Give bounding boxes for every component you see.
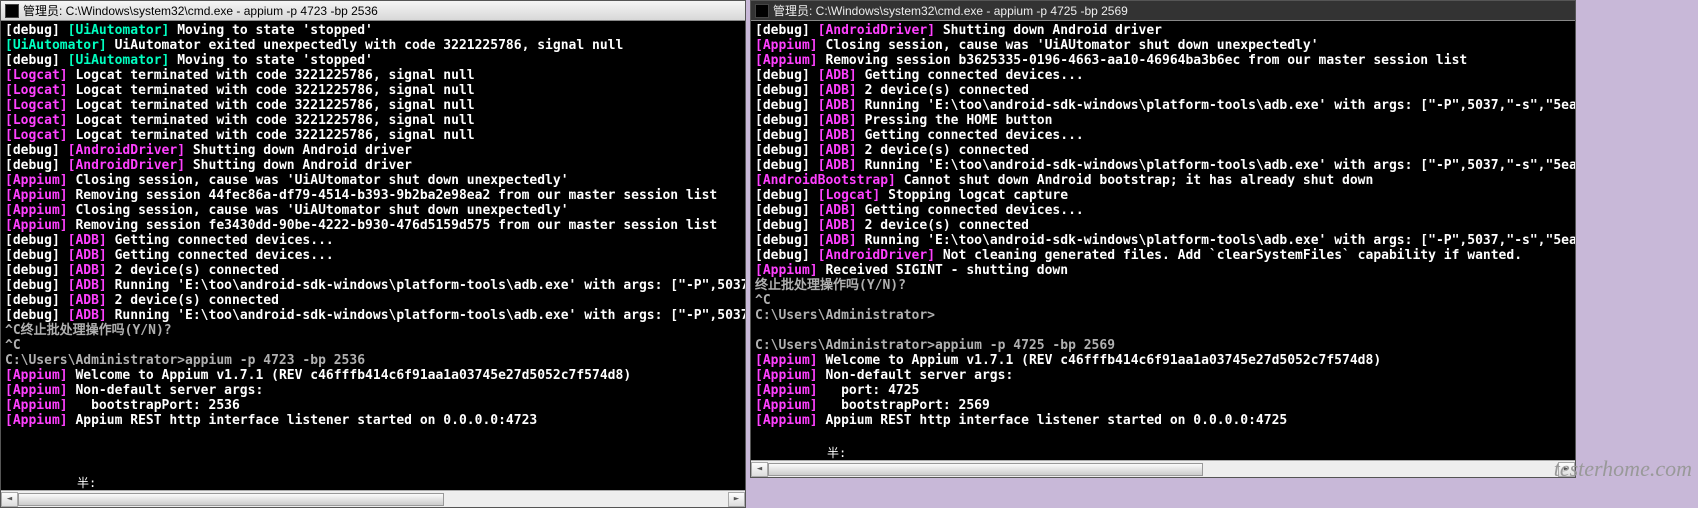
cmd-window-right: 管理员: C:\Windows\system32\cmd.exe - appiu… xyxy=(750,0,1576,478)
terminal-line: [debug] [ADB] 2 device(s) connected xyxy=(755,143,1571,158)
terminal-line: [AndroidBootstrap] Cannot shut down Andr… xyxy=(755,173,1571,188)
terminal-line: ^C终止批处理操作吗(Y/N)? xyxy=(5,323,741,338)
terminal-line: [Appium] Removing session 44fec86a-df79-… xyxy=(5,188,741,203)
ime-bar-left: 半: xyxy=(1,474,745,490)
terminal-line: [debug] [ADB] 2 device(s) connected xyxy=(755,218,1571,233)
terminal-line: [Appium] Removing session fe3430dd-90be-… xyxy=(5,218,741,233)
terminal-line: [Appium] Non-default server args: xyxy=(755,368,1571,383)
h-scrollbar-right[interactable]: ◄ ► xyxy=(751,460,1575,477)
window-title-right: 管理员: C:\Windows\system32\cmd.exe - appiu… xyxy=(773,2,1128,19)
terminal-line: 终止批处理操作吗(Y/N)? xyxy=(755,278,1571,293)
terminal-line: [debug] [ADB] Running 'E:\too\android-sd… xyxy=(755,233,1571,248)
terminal-line: C:\Users\Administrator>appium -p 4725 -b… xyxy=(755,338,1571,353)
terminal-line: [debug] [AndroidDriver] Shutting down An… xyxy=(5,143,741,158)
terminal-line: [debug] [ADB] Running 'E:\too\android-sd… xyxy=(5,308,741,323)
terminal-line: [debug] [Logcat] Stopping logcat capture xyxy=(755,188,1571,203)
terminal-line: [debug] [ADB] Getting connected devices.… xyxy=(755,68,1571,83)
cmd-icon xyxy=(755,4,769,18)
scroll-thumb-left[interactable] xyxy=(18,493,444,506)
terminal-line: [debug] [ADB] Running 'E:\too\android-sd… xyxy=(755,158,1571,173)
terminal-line: C:\Users\Administrator> xyxy=(755,308,1571,323)
terminal-line: [Logcat] Logcat terminated with code 322… xyxy=(5,98,741,113)
terminal-line xyxy=(755,323,1571,338)
terminal-line: [Appium] Non-default server args: xyxy=(5,383,741,398)
terminal-line: [debug] [ADB] Getting connected devices.… xyxy=(755,128,1571,143)
terminal-line: [debug] [UiAutomator] Moving to state 's… xyxy=(5,23,741,38)
terminal-line: [debug] [AndroidDriver] Shutting down An… xyxy=(5,158,741,173)
scroll-track-right[interactable] xyxy=(768,462,1558,477)
terminal-line: [debug] [ADB] 2 device(s) connected xyxy=(5,293,741,308)
terminal-line: [Appium] Welcome to Appium v1.7.1 (REV c… xyxy=(5,368,741,383)
terminal-line: [debug] [ADB] Getting connected devices.… xyxy=(5,233,741,248)
h-scrollbar-left[interactable]: ◄ ► xyxy=(1,490,745,507)
terminal-line: [Logcat] Logcat terminated with code 322… xyxy=(5,128,741,143)
ime-status-left: 半: xyxy=(77,474,96,491)
terminal-left[interactable]: [debug] [UiAutomator] Moving to state 's… xyxy=(1,21,745,474)
terminal-line: ^C xyxy=(5,338,741,353)
terminal-line: ^C xyxy=(755,293,1571,308)
ime-bar-right: 半: xyxy=(751,444,1575,460)
scroll-track-left[interactable] xyxy=(18,492,728,507)
terminal-line: [debug] [ADB] Running 'E:\too\android-sd… xyxy=(5,278,741,293)
terminal-line: [Logcat] Logcat terminated with code 322… xyxy=(5,113,741,128)
scroll-thumb-right[interactable] xyxy=(768,463,1203,476)
terminal-line: [Appium] Removing session b3625335-0196-… xyxy=(755,53,1571,68)
terminal-line: [Appium] Appium REST http interface list… xyxy=(755,413,1571,428)
scroll-left-button[interactable]: ◄ xyxy=(751,462,768,477)
terminal-line: [debug] [ADB] 2 device(s) connected xyxy=(755,83,1571,98)
terminal-line: [UiAutomator] UiAutomator exited unexpec… xyxy=(5,38,741,53)
titlebar-left[interactable]: 管理员: C:\Windows\system32\cmd.exe - appiu… xyxy=(1,1,745,21)
scroll-right-button[interactable]: ► xyxy=(1558,462,1575,477)
terminal-line: C:\Users\Administrator>appium -p 4723 -b… xyxy=(5,353,741,368)
terminal-right[interactable]: [debug] [AndroidDriver] Shutting down An… xyxy=(751,21,1575,444)
terminal-line: [Appium] Closing session, cause was 'UiA… xyxy=(5,173,741,188)
scroll-right-button[interactable]: ► xyxy=(728,492,745,507)
terminal-line: [Appium] Closing session, cause was 'UiA… xyxy=(755,38,1571,53)
terminal-line: [Appium] Appium REST http interface list… xyxy=(5,413,741,428)
terminal-line: [Appium] Received SIGINT - shutting down xyxy=(755,263,1571,278)
cmd-window-left: 管理员: C:\Windows\system32\cmd.exe - appiu… xyxy=(0,0,746,508)
terminal-line: [debug] [ADB] Getting connected devices.… xyxy=(755,203,1571,218)
window-title-left: 管理员: C:\Windows\system32\cmd.exe - appiu… xyxy=(23,2,378,19)
terminal-line: [Appium] port: 4725 xyxy=(755,383,1571,398)
terminal-line: [debug] [ADB] 2 device(s) connected xyxy=(5,263,741,278)
terminal-line: [Appium] bootstrapPort: 2569 xyxy=(755,398,1571,413)
cmd-icon xyxy=(5,4,19,18)
terminal-line: [debug] [AndroidDriver] Shutting down An… xyxy=(755,23,1571,38)
terminal-line: [debug] [AndroidDriver] Not cleaning gen… xyxy=(755,248,1571,263)
terminal-line: [debug] [ADB] Pressing the HOME button xyxy=(755,113,1571,128)
terminal-line: [Appium] bootstrapPort: 2536 xyxy=(5,398,741,413)
titlebar-right[interactable]: 管理员: C:\Windows\system32\cmd.exe - appiu… xyxy=(751,1,1575,21)
terminal-line: [Appium] Closing session, cause was 'UiA… xyxy=(5,203,741,218)
terminal-line: [debug] [UiAutomator] Moving to state 's… xyxy=(5,53,741,68)
terminal-line: [debug] [ADB] Running 'E:\too\android-sd… xyxy=(755,98,1571,113)
ime-status-right: 半: xyxy=(827,444,846,461)
terminal-line: [Appium] Welcome to Appium v1.7.1 (REV c… xyxy=(755,353,1571,368)
terminal-line: [Logcat] Logcat terminated with code 322… xyxy=(5,83,741,98)
terminal-line: [debug] [ADB] Getting connected devices.… xyxy=(5,248,741,263)
terminal-line: [Logcat] Logcat terminated with code 322… xyxy=(5,68,741,83)
scroll-left-button[interactable]: ◄ xyxy=(1,492,18,507)
